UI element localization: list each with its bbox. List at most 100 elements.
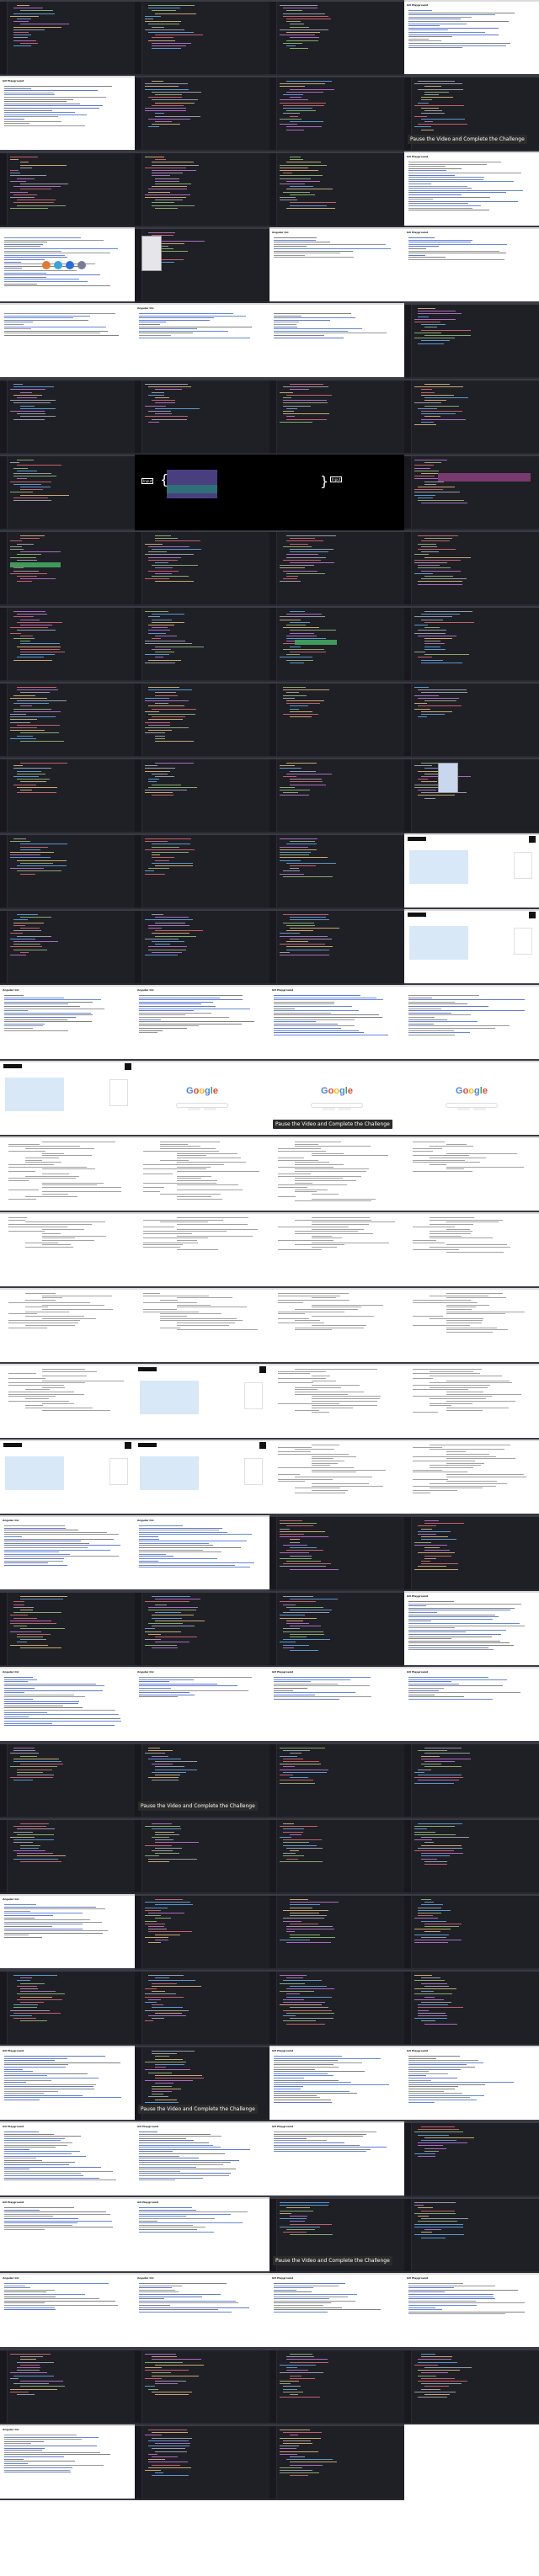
text-line (312, 1228, 364, 1230)
search-input[interactable] (311, 1102, 363, 1108)
code-line (421, 1536, 448, 1538)
lucky-button[interactable] (204, 1107, 216, 1110)
text-line (413, 1446, 442, 1448)
code-line (418, 795, 455, 796)
code-line (280, 2470, 312, 2471)
code-line (283, 405, 311, 407)
text-line (139, 319, 210, 321)
menu-icon[interactable] (529, 836, 536, 843)
code-line (290, 562, 334, 563)
code-line (418, 1823, 462, 1824)
text-line (4, 1700, 79, 1702)
text-line (430, 1235, 462, 1237)
menu-icon[interactable] (259, 1442, 266, 1449)
code-line (13, 695, 35, 696)
title-bar (404, 1894, 539, 1896)
code-line (421, 1977, 440, 1979)
text-line (274, 1014, 379, 1016)
code-line (17, 792, 56, 794)
title-bar (0, 0, 135, 2)
code-line (17, 689, 58, 691)
code-line (424, 638, 452, 639)
text-line (4, 94, 55, 96)
text-line (408, 168, 462, 169)
text-line (274, 1683, 338, 1685)
file-explorer-sidebar (0, 1820, 7, 1892)
text-line (446, 1308, 472, 1310)
code-line (13, 1612, 61, 1614)
code-line (290, 551, 328, 553)
video-frame: Git Playground (404, 2273, 539, 2349)
code-line (155, 695, 178, 696)
menu-icon[interactable] (529, 912, 536, 918)
text-line (4, 1711, 47, 1713)
search-button[interactable] (457, 1107, 470, 1110)
text-line (274, 1690, 293, 1691)
lucky-button[interactable] (473, 1107, 486, 1110)
video-frame (404, 1364, 539, 1440)
code-line (418, 313, 462, 315)
video-frame: Git Playground (404, 2046, 539, 2121)
text-line (274, 2090, 350, 2092)
code-line (283, 1842, 309, 1844)
code-line (414, 616, 452, 618)
file-explorer-sidebar (0, 1593, 7, 1665)
context-menu[interactable] (438, 763, 458, 793)
search-input[interactable] (446, 1102, 498, 1108)
code-line (20, 535, 45, 536)
text-line (42, 1168, 95, 1170)
text-line (408, 1601, 454, 1602)
menu-icon[interactable] (125, 1442, 131, 1449)
text-line (408, 259, 504, 260)
lucky-button[interactable] (339, 1107, 351, 1110)
title-bar (404, 379, 539, 381)
text-line (408, 45, 506, 46)
text-line (4, 2075, 47, 2077)
code-line (152, 418, 187, 420)
text-line (408, 27, 499, 29)
code-line (280, 2218, 307, 2220)
text-line (4, 2086, 93, 2088)
text-line (4, 2162, 75, 2164)
search-button[interactable] (188, 1107, 200, 1110)
text-line (278, 1377, 326, 1379)
code-line (148, 118, 190, 120)
text-line (177, 1184, 238, 1186)
search-button[interactable] (323, 1107, 335, 1110)
title-bar (135, 1515, 270, 1517)
video-frame (404, 530, 539, 606)
editor-gutter (7, 684, 8, 756)
code-line (290, 1541, 300, 1543)
title-bar (270, 682, 404, 684)
text-line (4, 2456, 64, 2457)
code-line (13, 1975, 57, 1976)
code-line (421, 2354, 435, 2355)
code-line (290, 159, 303, 161)
code-line (10, 933, 23, 934)
code-line (17, 630, 56, 631)
title-bar (0, 1364, 135, 1365)
dropdown-menu[interactable] (141, 236, 162, 271)
code-line (13, 1850, 45, 1851)
title-bar (270, 2349, 404, 2350)
search-input[interactable] (176, 1102, 228, 1108)
code-line (286, 10, 302, 12)
code-line (20, 732, 59, 734)
code-line (290, 2007, 328, 2009)
file-explorer-sidebar (404, 456, 411, 529)
code-line (286, 1942, 331, 1944)
code-line (13, 2012, 61, 2014)
file-explorer-sidebar (270, 1972, 276, 2044)
code-line (414, 559, 461, 561)
menu-icon[interactable] (259, 1366, 266, 1373)
text-line (139, 1551, 221, 1553)
text-line (278, 1166, 334, 1168)
code-line (148, 1777, 179, 1779)
text-line (139, 2179, 175, 2181)
code-line (152, 565, 198, 567)
menu-icon[interactable] (125, 1063, 131, 1070)
video-frame: Angular CLI (135, 985, 270, 1061)
code-line (286, 81, 332, 82)
code-line (280, 935, 328, 937)
text-line (8, 1178, 76, 1179)
